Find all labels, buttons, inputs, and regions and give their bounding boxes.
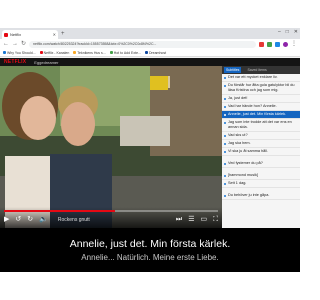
forward-icon[interactable]: → [12,39,18,49]
subtitle-line[interactable]: Ved fystemer du på? [222,160,300,168]
fullscreen-icon[interactable]: ⛶ [213,214,218,226]
subtitle-line-current[interactable]: Annelie, just det. Min första kärlek. [222,111,300,119]
extension-icon[interactable] [275,41,280,47]
maximize-icon[interactable]: □ [286,28,289,37]
netflix-favicon-icon [4,32,8,37]
play-icon[interactable]: ▶ [4,214,9,226]
extension-icon[interactable] [267,41,272,47]
back-icon[interactable]: ← [3,39,9,49]
rewind-icon[interactable]: ↺ [15,214,21,226]
bookmark-icon [39,51,43,54]
bookmark-item[interactable]: Hot to Add Exte... [109,51,141,55]
netflix-bar: NETFLIX Eggedreamer [0,58,300,66]
progress-bar[interactable] [4,210,218,212]
new-tab-icon[interactable]: + [61,30,65,39]
next-episode-icon[interactable]: ⏭ [176,214,182,226]
bookmark-icon [73,51,77,54]
subtitle-line[interactable]: Sett 1 dag. [222,180,300,188]
subtitle-line[interactable]: Det var ett mycket enklare liv. [222,74,300,82]
tab-saved-items[interactable]: Saved items [247,68,266,72]
bookmark-item[interactable]: Teknikens Hus s... [73,51,106,55]
subtitle-line[interactable]: Vad sks ut? [222,132,300,140]
minimize-icon[interactable]: – [278,28,281,37]
subtitle-line[interactable]: Ja, just det! [222,95,300,103]
subtitle-line[interactable]: Vad har hände hon? Annelie. [222,103,300,111]
close-window-icon[interactable]: ✕ [294,28,298,37]
browser-tab[interactable]: Netflix ✕ [2,30,58,39]
bookmark-icon [144,51,148,54]
forward-10-icon[interactable]: ↻ [27,214,33,226]
window-controls: – □ ✕ [278,28,298,37]
subtitle-primary[interactable]: Annelie, just det. Min första kärlek. [70,238,231,250]
bookmark-item[interactable]: Dreamhost [144,51,166,55]
subtitle-line[interactable]: Du förstår hur åtta gula gatulyktor bli … [222,82,300,95]
progress-fill [4,210,116,212]
subtitle-line[interactable]: Vi ska ju åt samma håll. [222,148,300,156]
bookmark-icon [3,51,6,54]
subtitles-icon[interactable]: ▭ [200,214,207,226]
episode-title: Rockens gnutt [57,217,90,223]
video-still [0,66,222,228]
bookmark-item[interactable]: Netflix - Kanalen [39,51,69,55]
close-tab-icon[interactable]: ✕ [53,32,56,37]
browser-toolbar: ← → ↻ netflix.com/watch/80225324?trackId… [0,39,300,49]
extension-icon[interactable] [259,41,264,47]
subtitle-band: Annelie, just det. Min första kärlek. An… [0,228,300,272]
address-bar[interactable]: netflix.com/watch/80225324?trackId=15557… [29,40,256,48]
volume-icon[interactable]: 🔈 [39,214,48,226]
tab-strip: Netflix ✕ + – □ ✕ [0,28,300,39]
control-row: ▶ ↺ ↻ 🔈 Rockens gnutt ⏭ ☰ ▭ ⛶ [4,214,218,226]
side-panel-tabs: Subtitles Saved items [222,66,300,74]
subtitle-secondary: Annelie... Natürlich. Meine erste Liebe. [81,253,219,262]
subtitle-line[interactable]: [hammond musik] [222,172,300,180]
tab-subtitles[interactable]: Subtitles [224,67,242,73]
subtitle-line[interactable]: Jag som inte trodde att det var ens en a… [222,119,300,132]
reload-icon[interactable]: ↻ [21,39,26,49]
netflix-logo[interactable]: NETFLIX [4,59,26,65]
menu-icon[interactable]: ⋮ [291,39,297,49]
tab-title: Netflix [10,32,22,37]
bookmark-icon [109,51,113,54]
bookmark-item[interactable]: Why You Should... [3,51,36,55]
show-title: Eggedreamer [34,59,59,65]
subtitle-side-panel: Subtitles Saved items Det var ett mycket… [222,66,300,228]
subtitle-list: Det var ett mycket enklare liv. Du först… [222,74,300,200]
subtitle-line[interactable]: Du behöver ju inte gåpa. [222,192,300,200]
bookmarks-bar: Why You Should... Netflix - Kanalen Tekn… [0,49,300,57]
video-frame[interactable] [0,66,222,228]
subtitle-line[interactable]: Jag ska hem. [222,140,300,148]
episodes-icon[interactable]: ☰ [188,214,194,226]
profile-avatar[interactable] [283,41,288,47]
